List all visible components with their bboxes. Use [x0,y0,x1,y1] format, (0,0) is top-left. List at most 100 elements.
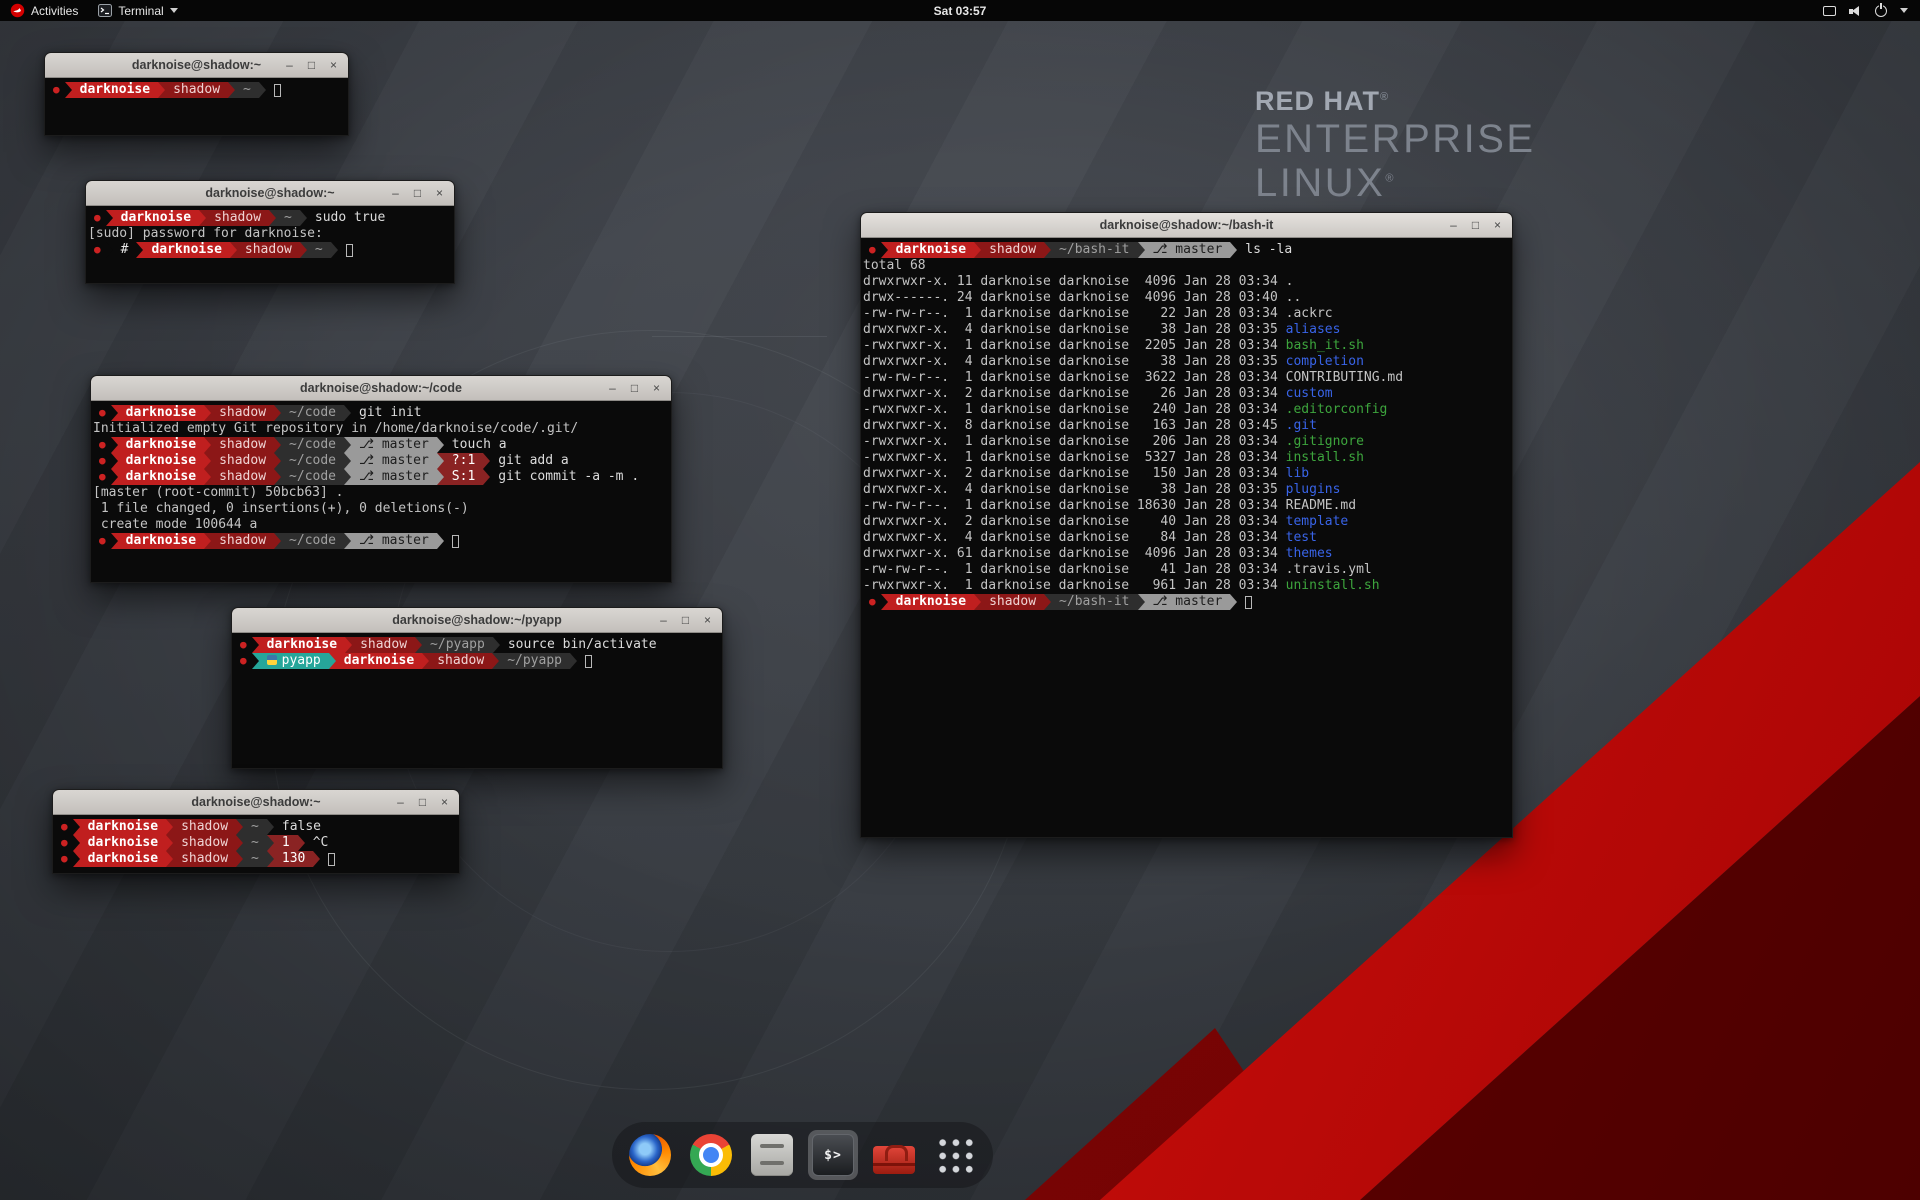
app-menu-terminal[interactable]: Terminal [88,0,187,21]
git-segment: ⎇ master [351,453,437,469]
command-text: false [274,819,321,835]
host-segment: shadow [981,594,1044,610]
close-button[interactable]: × [439,790,450,815]
window-titlebar[interactable]: darknoise@shadow:~–□× [45,53,348,78]
prompt-line: ●darknoiseshadow~/code⎇ master [93,533,669,549]
path-segment: ~/code [281,469,344,485]
window-titlebar[interactable]: darknoise@shadow:~/code–□× [91,376,671,401]
window-titlebar[interactable]: darknoise@shadow:~–□× [86,181,454,206]
maximize-button[interactable]: □ [1470,213,1481,238]
window-controls: –□ × [1448,213,1512,238]
minimize-button[interactable]: – [1448,213,1459,238]
output-line: drwxrwxr-x. 2 darknoise darknoise 150 Ja… [863,466,1510,482]
powerline-arrow-icon [204,437,211,453]
dock-firefox[interactable] [625,1130,675,1180]
powerline-arrow-icon [313,851,320,867]
prompt-line: ●darknoiseshadow~130 [55,851,457,867]
window-controls: –□ × [658,608,722,633]
maximize-button[interactable]: □ [306,53,317,78]
powerline-arrow-icon [344,405,351,421]
powerline-arrow-icon [974,594,981,610]
powerline-arrow-icon [252,653,259,669]
command-text: git init [351,405,422,421]
path-segment: ~/pyapp [422,637,493,653]
os-segment: ● [55,835,73,851]
close-button[interactable]: × [328,53,339,78]
window-titlebar[interactable]: darknoise@shadow:~–□× [53,790,459,815]
minimize-button[interactable]: – [284,53,295,78]
minimize-button[interactable]: – [658,608,669,633]
terminal-content: ●darknoiseshadow~/bash-it⎇ masterls -lat… [861,238,1512,837]
output-line: drwxrwxr-x. 8 darknoise darknoise 163 Ja… [863,418,1510,434]
powerline-arrow-icon [437,453,444,469]
firefox-icon [629,1134,671,1176]
path-segment: ~/pyapp [499,653,570,669]
powerline-arrow-icon [204,453,211,469]
power-icon[interactable] [1875,5,1887,17]
activities-button[interactable]: Activities [0,0,88,21]
os-segment: ● [863,594,881,610]
files-icon [751,1134,793,1176]
powerline-arrow-icon [65,82,72,98]
powerline-arrow-icon [267,819,274,835]
os-segment: ● [93,469,111,485]
window-controls: –□ × [390,181,454,206]
close-button[interactable]: × [651,376,662,401]
minimize-button[interactable]: – [607,376,618,401]
prompt-line: ●darknoiseshadow~/bash-it⎇ masterls -la [863,242,1510,258]
powerline-arrow-icon [437,533,444,549]
minimize-button[interactable]: – [390,181,401,206]
err-segment: 130 [274,851,313,867]
prompt-line: ●darknoiseshadow~/codegit init [93,405,669,421]
window-titlebar[interactable]: darknoise@shadow:~/bash-it–□× [861,213,1512,238]
close-button[interactable]: × [434,181,445,206]
prompt-line: ●darknoiseshadow~/code⎇ master?:1git add… [93,453,669,469]
host-segment: shadow [206,210,269,226]
path-segment: ~/code [281,405,344,421]
system-menu-chevron-icon[interactable] [1900,8,1908,13]
output-line: drwxrwxr-x. 61 darknoise darknoise 4096 … [863,546,1510,562]
maximize-button[interactable]: □ [412,181,423,206]
terminal-window-exit-codes: darknoise@shadow:~–□×●darknoiseshadow~fa… [52,789,460,874]
terminal-content: ●darknoiseshadow~/codegit initInitialize… [91,401,671,582]
display-icon[interactable] [1823,6,1836,16]
status-area [1823,0,1920,21]
maximize-button[interactable]: □ [629,376,640,401]
volume-icon[interactable] [1849,5,1862,17]
output-line: drwxrwxr-x. 4 darknoise darknoise 84 Jan… [863,530,1510,546]
terminal-window-bash-it: darknoise@shadow:~/bash-it–□×●darknoises… [860,212,1513,838]
output-line: -rwxrwxr-x. 1 darknoise darknoise 2205 J… [863,338,1510,354]
powerline-arrow-icon [329,653,336,669]
command-text: sudo true [307,210,385,226]
clock[interactable]: Sat 03:57 [934,4,987,18]
dock-chrome[interactable] [686,1130,736,1180]
user-segment: darknoise [118,405,204,421]
minimize-button[interactable]: – [395,790,406,815]
powerline-arrow-icon [881,594,888,610]
dock-appgrid[interactable] [930,1130,980,1180]
user-segment: darknoise [118,453,204,469]
close-button[interactable]: × [1492,213,1503,238]
text-cursor [346,244,353,257]
os-segment: ● [93,453,111,469]
dock-toolbox[interactable] [869,1130,919,1180]
powerline-arrow-icon [437,437,444,453]
powerline-arrow-icon [422,653,429,669]
close-button[interactable]: × [702,608,713,633]
maximize-button[interactable]: □ [417,790,428,815]
prompt-line: ●darknoiseshadow~/bash-it⎇ master [863,594,1510,610]
powerline-arrow-icon [345,637,352,653]
window-titlebar[interactable]: darknoise@shadow:~/pyapp–□× [232,608,722,633]
os-segment: ● [863,242,881,258]
powerline-arrow-icon [73,851,80,867]
dock-files[interactable] [747,1130,797,1180]
maximize-button[interactable]: □ [680,608,691,633]
powerline-arrow-icon [166,835,173,851]
user-segment: darknoise [118,469,204,485]
output-line: drwxrwxr-x. 11 darknoise darknoise 4096 … [863,274,1510,290]
dock-terminal[interactable]: $> [808,1130,858,1180]
powerline-arrow-icon [158,82,165,98]
powerline-arrow-icon [974,242,981,258]
prompt-line: ●pyappdarknoiseshadow~/pyapp [234,653,720,669]
powerline-arrow-icon [106,210,113,226]
